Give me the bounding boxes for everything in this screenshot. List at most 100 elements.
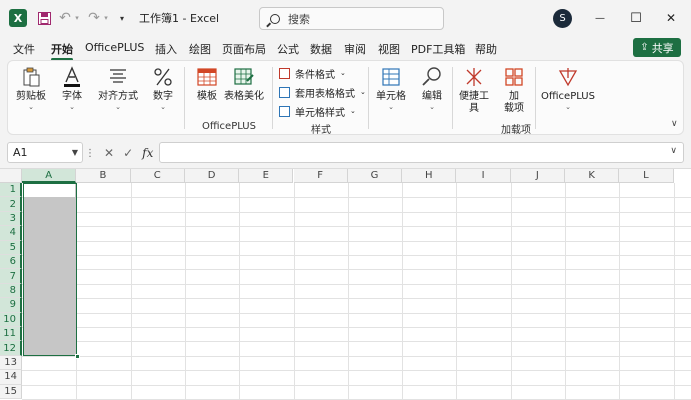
name-box[interactable]: A1 ▼ [7, 142, 83, 163]
grid-line [22, 355, 691, 357]
grid-line [673, 183, 675, 400]
maximize-button[interactable]: ☐ [621, 6, 651, 30]
tab-formulas[interactable]: 公式 [277, 41, 299, 57]
grid-line [22, 240, 691, 242]
row-header-12[interactable]: 12 [0, 341, 22, 356]
redo-button[interactable]: ↷ [87, 8, 101, 28]
fill-handle[interactable] [75, 353, 80, 359]
grid-line [22, 312, 691, 314]
addins-button[interactable]: 加 载项 [501, 66, 527, 115]
row-header-9[interactable]: 9 [0, 298, 22, 313]
column-header-c[interactable]: C [130, 169, 185, 183]
column-header-f[interactable]: F [293, 169, 348, 183]
tab-pdf-toolbox[interactable]: PDF工具箱 [411, 41, 465, 57]
tab-file[interactable]: 文件 [13, 41, 35, 57]
search-box[interactable]: 搜索 [259, 7, 444, 30]
table-beautify-button[interactable]: 表格美化 [224, 66, 264, 103]
column-header-a[interactable]: A [22, 169, 77, 183]
ribbon-collapse-button[interactable]: ∨ [671, 119, 678, 129]
spreadsheet-grid[interactable]: A B C D E F G H I J K L 1 2 3 4 5 6 7 8 9 10 11 12 13 14 15 [0, 168, 691, 400]
clipboard-label: 剪贴板 [16, 91, 46, 102]
close-button[interactable]: ✕ [656, 6, 686, 30]
active-cell[interactable] [24, 184, 75, 198]
column-header-g[interactable]: G [347, 169, 403, 183]
conditional-format-icon [279, 67, 290, 79]
conditional-format-button[interactable]: 条件格式 ⌄ [279, 65, 346, 81]
row-header-15[interactable]: 15 [0, 384, 22, 399]
alignment-button[interactable]: 对齐方式 ⌄ [97, 66, 139, 111]
undo-button[interactable]: ↶ [58, 8, 72, 28]
tab-home[interactable]: 开始 [51, 41, 73, 61]
insert-function-button[interactable]: fx [142, 146, 153, 160]
convenience-tools-label-1: 便捷工 [459, 91, 489, 102]
tab-officeplus[interactable]: OfficePLUS [85, 41, 144, 54]
save-button[interactable] [36, 8, 52, 28]
tab-view[interactable]: 视图 [378, 41, 400, 57]
editing-button[interactable]: 编辑 ⌄ [416, 66, 448, 111]
tab-review[interactable]: 审阅 [344, 41, 366, 57]
font-button[interactable]: 字体 ⌄ [58, 66, 86, 111]
column-header-e[interactable]: E [239, 169, 294, 183]
row-header-5[interactable]: 5 [0, 240, 22, 255]
number-format-button[interactable]: 数字 ⌄ [149, 66, 177, 111]
formula-bar: A1 ▼ ⋮ ✕ ✓ fx ∨ [0, 142, 691, 164]
row-header-4[interactable]: 4 [0, 226, 22, 241]
column-header-b[interactable]: B [76, 169, 131, 183]
row-header-10[interactable]: 10 [0, 312, 22, 327]
clipboard-button[interactable]: 剪贴板 ⌄ [15, 66, 47, 111]
cells-button[interactable]: 单元格 ⌄ [374, 66, 408, 111]
title-bar: X ↶ ▾ ↷ ▾ ▾ 工作簿1 - Excel 搜索 S — ☐ ✕ [0, 0, 691, 36]
column-header-i[interactable]: I [456, 169, 511, 183]
officeplus-button[interactable]: OfficePLUS ⌄ [541, 66, 595, 111]
tab-draw[interactable]: 绘图 [189, 41, 211, 57]
grid-line [22, 341, 691, 343]
format-as-table-icon [279, 86, 290, 98]
undo-dropdown[interactable]: ▾ [73, 8, 81, 28]
column-header-d[interactable]: D [184, 169, 240, 183]
select-all-button[interactable] [0, 169, 22, 183]
row-header-13[interactable]: 13 [0, 355, 22, 371]
maximize-icon: ☐ [630, 10, 642, 26]
ribbon-tabs: 文件 开始 OfficePLUS 插入 绘图 页面布局 公式 数据 审阅 视图 … [0, 36, 691, 61]
more-options-icon[interactable]: ⋮ [85, 148, 95, 159]
enter-entry-button[interactable]: ✓ [123, 146, 133, 160]
grid-line [22, 298, 691, 300]
customize-qat-button[interactable]: ▾ [117, 8, 127, 28]
chevron-down-icon: ⌄ [340, 69, 346, 77]
column-header-h[interactable]: H [402, 169, 457, 183]
row-header-11[interactable]: 11 [0, 327, 22, 342]
row-header-14[interactable]: 14 [0, 370, 22, 385]
cells-label: 单元格 [376, 91, 406, 102]
grid-line [184, 183, 186, 400]
addins-icon [505, 68, 523, 86]
number-label: 数字 [153, 91, 173, 102]
row-header-7[interactable]: 7 [0, 269, 22, 284]
tab-page-layout[interactable]: 页面布局 [222, 41, 266, 57]
selected-range[interactable] [23, 183, 80, 359]
account-avatar[interactable]: S [553, 9, 572, 28]
column-header-k[interactable]: K [565, 169, 620, 183]
minimize-button[interactable]: — [585, 6, 615, 30]
tab-data[interactable]: 数据 [310, 41, 332, 57]
column-header-j[interactable]: J [510, 169, 565, 183]
row-header-6[interactable]: 6 [0, 255, 22, 270]
redo-dropdown[interactable]: ▾ [102, 8, 110, 28]
cell-styles-button[interactable]: 单元格样式 ⌄ [279, 103, 356, 119]
ribbon-divider [184, 67, 185, 129]
formula-input[interactable]: ∨ [159, 142, 684, 163]
tab-help[interactable]: 帮助 [475, 41, 497, 57]
expand-formula-icon[interactable]: ∨ [670, 146, 677, 156]
share-button[interactable]: ⇪ 共享 [633, 38, 681, 57]
tab-insert[interactable]: 插入 [155, 41, 177, 57]
format-as-table-button[interactable]: 套用表格格式 ⌄ [279, 84, 366, 100]
row-header-1[interactable]: 1 [0, 183, 22, 198]
ribbon-divider [452, 67, 453, 129]
row-header-3[interactable]: 3 [0, 211, 22, 227]
convenience-tools-button[interactable]: 便捷工 具 [458, 66, 490, 115]
row-header-2[interactable]: 2 [0, 197, 22, 212]
column-header-l[interactable]: L [619, 169, 674, 183]
row-header-8[interactable]: 8 [0, 283, 22, 299]
name-box-value: A1 [13, 146, 28, 159]
cancel-entry-button[interactable]: ✕ [104, 146, 114, 160]
template-button[interactable]: 模板 [194, 66, 220, 103]
